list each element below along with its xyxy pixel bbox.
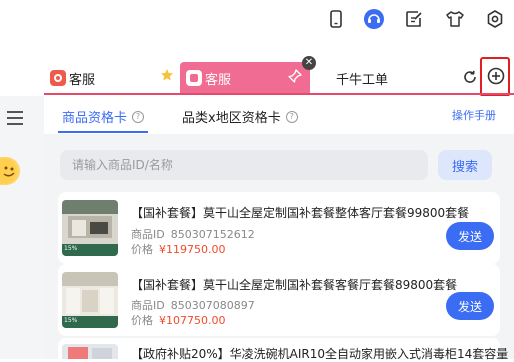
price-value: ¥119750.00 <box>159 243 226 256</box>
send-button[interactable]: 发送 <box>446 222 494 250</box>
subtab-label: 品类x地区资格卡 <box>182 111 281 126</box>
product-title: 【国补套餐】莫干山全屋定制国补套餐客餐厅套餐89800套餐 <box>131 278 458 292</box>
product-thumbnail: 15% <box>62 272 118 328</box>
price-value: ¥107750.00 <box>159 314 226 327</box>
pin-icon[interactable] <box>288 69 302 87</box>
product-id: 商品ID 850307152612 <box>131 226 255 242</box>
thumbnail-badge: 15% <box>64 317 78 324</box>
thumbnail-badge: 15% <box>64 245 78 252</box>
subtab-product-card[interactable]: 商品资格卡 ? <box>62 107 145 126</box>
subtab-category-region-card[interactable]: 品类x地区资格卡 ? <box>182 107 298 126</box>
id-value: 850307080897 <box>170 299 255 312</box>
product-id: 商品ID 850307080897 <box>131 297 255 313</box>
tab-kefu-2-active[interactable]: 客服 <box>180 62 310 94</box>
product-title: 【国补套餐】莫干山全屋定制国补套餐整体客厅套餐99800套餐 <box>131 206 470 220</box>
settings-icon[interactable] <box>484 8 506 30</box>
add-tab-highlight-box <box>480 57 510 97</box>
star-icon[interactable] <box>160 68 174 86</box>
help-icon[interactable]: ? <box>132 110 145 123</box>
tab-label: 客服 <box>69 72 96 88</box>
tab-qianniu-workorder[interactable]: 千牛工单 <box>310 62 460 94</box>
tab-kefu-1[interactable]: 客服 <box>44 62 180 94</box>
phone-icon[interactable] <box>325 8 347 30</box>
refresh-icon[interactable] <box>462 69 478 89</box>
product-price: 价格 ¥107750.00 <box>131 312 225 328</box>
product-card <box>58 192 500 264</box>
customer-service-app-icon <box>186 70 202 86</box>
manual-link[interactable]: 操作手册 <box>452 107 496 123</box>
tab-label: 千牛工单 <box>336 72 389 88</box>
edit-icon[interactable] <box>403 8 425 30</box>
id-value: 850307152612 <box>170 228 255 241</box>
tab-bar-underline <box>44 93 514 95</box>
product-thumbnail: 15% <box>62 200 118 256</box>
left-sidebar <box>0 96 45 359</box>
search-button[interactable]: 搜索 <box>438 150 492 180</box>
id-label: 商品ID <box>131 299 165 312</box>
product-card <box>58 264 500 336</box>
shirt-icon[interactable] <box>444 8 466 30</box>
headset-icon[interactable] <box>363 8 385 30</box>
menu-icon[interactable] <box>7 111 23 125</box>
product-price: 价格 ¥119750.00 <box>131 241 225 257</box>
help-icon[interactable]: ? <box>285 110 298 123</box>
product-search-input[interactable] <box>60 150 428 180</box>
subtab-label: 商品资格卡 <box>62 111 128 126</box>
send-button[interactable]: 发送 <box>446 292 494 320</box>
customer-service-app-icon <box>50 70 66 86</box>
tab-label: 客服 <box>205 72 232 88</box>
price-label: 价格 <box>131 314 153 327</box>
product-thumbnail <box>62 344 118 359</box>
active-subtab-indicator <box>58 131 148 133</box>
id-label: 商品ID <box>131 228 165 241</box>
price-label: 价格 <box>131 243 153 256</box>
product-title: 【政府补贴20%】华凌洗碗机AIR10全自动家用嵌入式消毒柜14套容量 <box>131 347 509 361</box>
